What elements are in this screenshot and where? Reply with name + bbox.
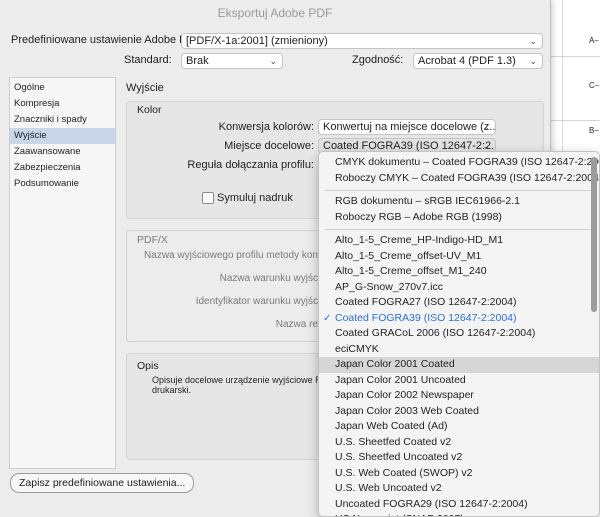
menu-item-label: Japan Web Coated (Ad) <box>335 420 448 432</box>
sidebar-item-advanced[interactable]: Zaawansowane <box>10 144 115 160</box>
menu-item[interactable]: US Newsprint (SNAP 2007) <box>319 512 599 516</box>
menu-item[interactable]: RGB dokumentu – sRGB IEC61966-2.1 <box>319 194 599 210</box>
sidebar-item-marks-bleeds[interactable]: Znaczniki i spady <box>10 112 115 128</box>
menu-scrollbar[interactable] <box>591 157 597 312</box>
menu-item-label: eciCMYK <box>335 342 379 355</box>
standard-label: Standard: <box>124 54 172 66</box>
sidebar-item-security[interactable]: Zabezpieczenia <box>10 160 115 176</box>
sidebar-item-summary[interactable]: Podsumowanie <box>10 176 115 192</box>
color-group-title: Kolor <box>137 104 162 116</box>
menu-item[interactable]: Alto_1-5_Creme_offset-UV_M1 <box>319 249 599 265</box>
condition-id-label: Identyfikator warunku wyjśc <box>195 296 318 307</box>
menu-item-label: Coated GRACoL 2006 (ISO 12647-2:2004) <box>335 327 536 339</box>
menu-item-label: Japan Color 2003 Web Coated <box>335 404 479 417</box>
standard-value: Brak <box>186 55 209 67</box>
menu-item[interactable]: eciCMYK <box>319 342 599 358</box>
simulate-label: Symuluj nadruk <box>217 192 293 204</box>
output-profile-label: Nazwa wyjściowego profilu metody kon <box>144 250 318 261</box>
menu-item[interactable]: Japan Color 2003 Web Coated <box>319 404 599 420</box>
menu-item-label: AP_G-Snow_270v7.icc <box>335 280 443 293</box>
sidebar-item-compression[interactable]: Kompresja <box>10 96 115 112</box>
menu-item-label: Coated FOGRA39 (ISO 12647-2:2004) <box>335 311 517 324</box>
menu-item[interactable]: AP_G-Snow_270v7.icc <box>319 280 599 296</box>
destination-label: Miejsce docelowe: <box>224 140 314 152</box>
profile-rule-label: Reguła dołączania profilu: <box>187 159 314 171</box>
menu-item-label: U.S. Web Coated (SWOP) v2 <box>335 466 473 479</box>
menu-item[interactable]: Alto_1-5_Creme_HP-Indigo-HD_M1 <box>319 233 599 249</box>
background-label-a: A– <box>589 36 599 45</box>
menu-item[interactable]: Roboczy RGB – Adobe RGB (1998) <box>319 210 599 226</box>
preset-select[interactable]: [PDF/X-1a:2001] (zmieniony) ⌄ <box>181 33 543 49</box>
menu-item-label: Coated FOGRA27 (ISO 12647-2:2004) <box>335 296 517 308</box>
menu-item[interactable]: Roboczy CMYK – Coated FOGRA39 (ISO 12647… <box>319 171 599 187</box>
sidebar: Ogólne Kompresja Znaczniki i spady Wyjśc… <box>9 77 116 469</box>
dialog-title: Eksportuj Adobe PDF <box>217 6 333 20</box>
menu-item-label: RGB dokumentu – sRGB IEC61966-2.1 <box>335 195 521 207</box>
menu-item-label: Japan Color 2002 Newspaper <box>335 389 474 401</box>
guide-line <box>548 120 600 121</box>
registry-name-label: Nazwa re <box>275 319 318 330</box>
guide-line <box>548 56 600 57</box>
sidebar-item-output[interactable]: Wyjście <box>10 128 115 144</box>
section-title: Wyjście <box>126 82 164 94</box>
compat-label: Zgodność: <box>352 54 404 66</box>
preset-label: Predefiniowane ustawienie Adobe PDF: <box>11 34 205 46</box>
menu-item-label: U.S. Sheetfed Uncoated v2 <box>335 451 463 463</box>
menu-item-label: Japan Color 2001 Coated <box>335 358 455 370</box>
menu-item-label: Roboczy RGB – Adobe RGB (1998) <box>335 210 502 223</box>
menu-item[interactable]: Uncoated FOGRA29 (ISO 12647-2:2004) <box>319 497 599 513</box>
pdfx-group-title: PDF/X <box>137 234 168 246</box>
menu-item-label: Japan Color 2001 Uncoated <box>335 373 466 386</box>
chevron-down-icon: ⌄ <box>482 122 490 132</box>
menu-item[interactable]: Alto_1-5_Creme_offset_M1_240 <box>319 264 599 280</box>
menu-separator <box>325 228 593 230</box>
menu-item[interactable]: Japan Color 2001 Coated <box>319 357 599 373</box>
menu-item[interactable]: Coated FOGRA27 (ISO 12647-2:2004) <box>319 295 599 311</box>
menu-item[interactable]: ✓ Coated FOGRA39 (ISO 12647-2:2004) <box>319 311 599 327</box>
description-text-line1: Opisuje docelowe urządzenie wyjściowe RG… <box>152 375 340 385</box>
menu-item[interactable]: Japan Color 2002 Newspaper <box>319 388 599 404</box>
menu-item[interactable]: U.S. Web Uncoated v2 <box>319 481 599 497</box>
description-title: Opis <box>137 360 159 372</box>
menu-separator <box>325 189 593 191</box>
menu-item-label: Roboczy CMYK – Coated FOGRA39 (ISO 12647… <box>335 171 600 184</box>
destination-dropdown-menu: CMYK dokumentu – Coated FOGRA39 (ISO 126… <box>318 151 600 517</box>
preset-value: [PDF/X-1a:2001] (zmieniony) <box>186 35 328 47</box>
chevron-down-icon: ⌄ <box>529 56 537 66</box>
condition-name-label: Nazwa warunku wyjśc <box>219 273 318 284</box>
menu-item-label: U.S. Sheetfed Coated v2 <box>335 435 452 448</box>
menu-item[interactable]: Coated GRACoL 2006 (ISO 12647-2:2004) <box>319 326 599 342</box>
menu-item[interactable]: U.S. Sheetfed Coated v2 <box>319 435 599 451</box>
checkmark-icon: ✓ <box>323 312 332 324</box>
menu-item[interactable]: CMYK dokumentu – Coated FOGRA39 (ISO 126… <box>319 155 599 171</box>
menu-item-label: U.S. Web Uncoated v2 <box>335 482 442 494</box>
sidebar-item-general[interactable]: Ogólne <box>10 80 115 96</box>
menu-item-label: Alto_1-5_Creme_HP-Indigo-HD_M1 <box>335 234 504 246</box>
compat-value: Acrobat 4 (PDF 1.3) <box>418 55 516 67</box>
color-conversion-value: Konwertuj na miejsce docelowe (z... <box>323 121 496 133</box>
color-conversion-select[interactable]: Konwertuj na miejsce docelowe (z... ⌄ <box>318 119 496 135</box>
standard-select[interactable]: Brak ⌄ <box>181 53 283 69</box>
menu-item-label: Uncoated FOGRA29 (ISO 12647-2:2004) <box>335 497 528 510</box>
menu-item[interactable]: U.S. Sheetfed Uncoated v2 <box>319 450 599 466</box>
simulate-checkbox[interactable] <box>202 192 214 204</box>
background-label-b: B– <box>589 126 599 135</box>
menu-item[interactable]: Japan Color 2001 Uncoated <box>319 373 599 389</box>
description-text-line2: drukarski. <box>152 385 192 395</box>
menu-item[interactable]: U.S. Web Coated (SWOP) v2 <box>319 466 599 482</box>
menu-item[interactable]: Japan Web Coated (Ad) <box>319 419 599 435</box>
save-preset-button[interactable]: Zapisz predefiniowane ustawienia... <box>10 473 195 493</box>
chevron-down-icon: ⌄ <box>529 36 537 46</box>
color-conversion-label: Konwersja kolorów: <box>218 121 314 133</box>
compat-select[interactable]: Acrobat 4 (PDF 1.3) ⌄ <box>413 53 543 69</box>
background-label-c: C– <box>589 81 600 90</box>
menu-item-label: CMYK dokumentu – Coated FOGRA39 (ISO 126… <box>335 156 600 168</box>
chevron-down-icon: ⌄ <box>269 56 277 66</box>
menu-item-label: Alto_1-5_Creme_offset_M1_240 <box>335 265 487 277</box>
menu-item-label: US Newsprint (SNAP 2007) <box>335 513 464 516</box>
menu-item-label: Alto_1-5_Creme_offset-UV_M1 <box>335 249 482 262</box>
